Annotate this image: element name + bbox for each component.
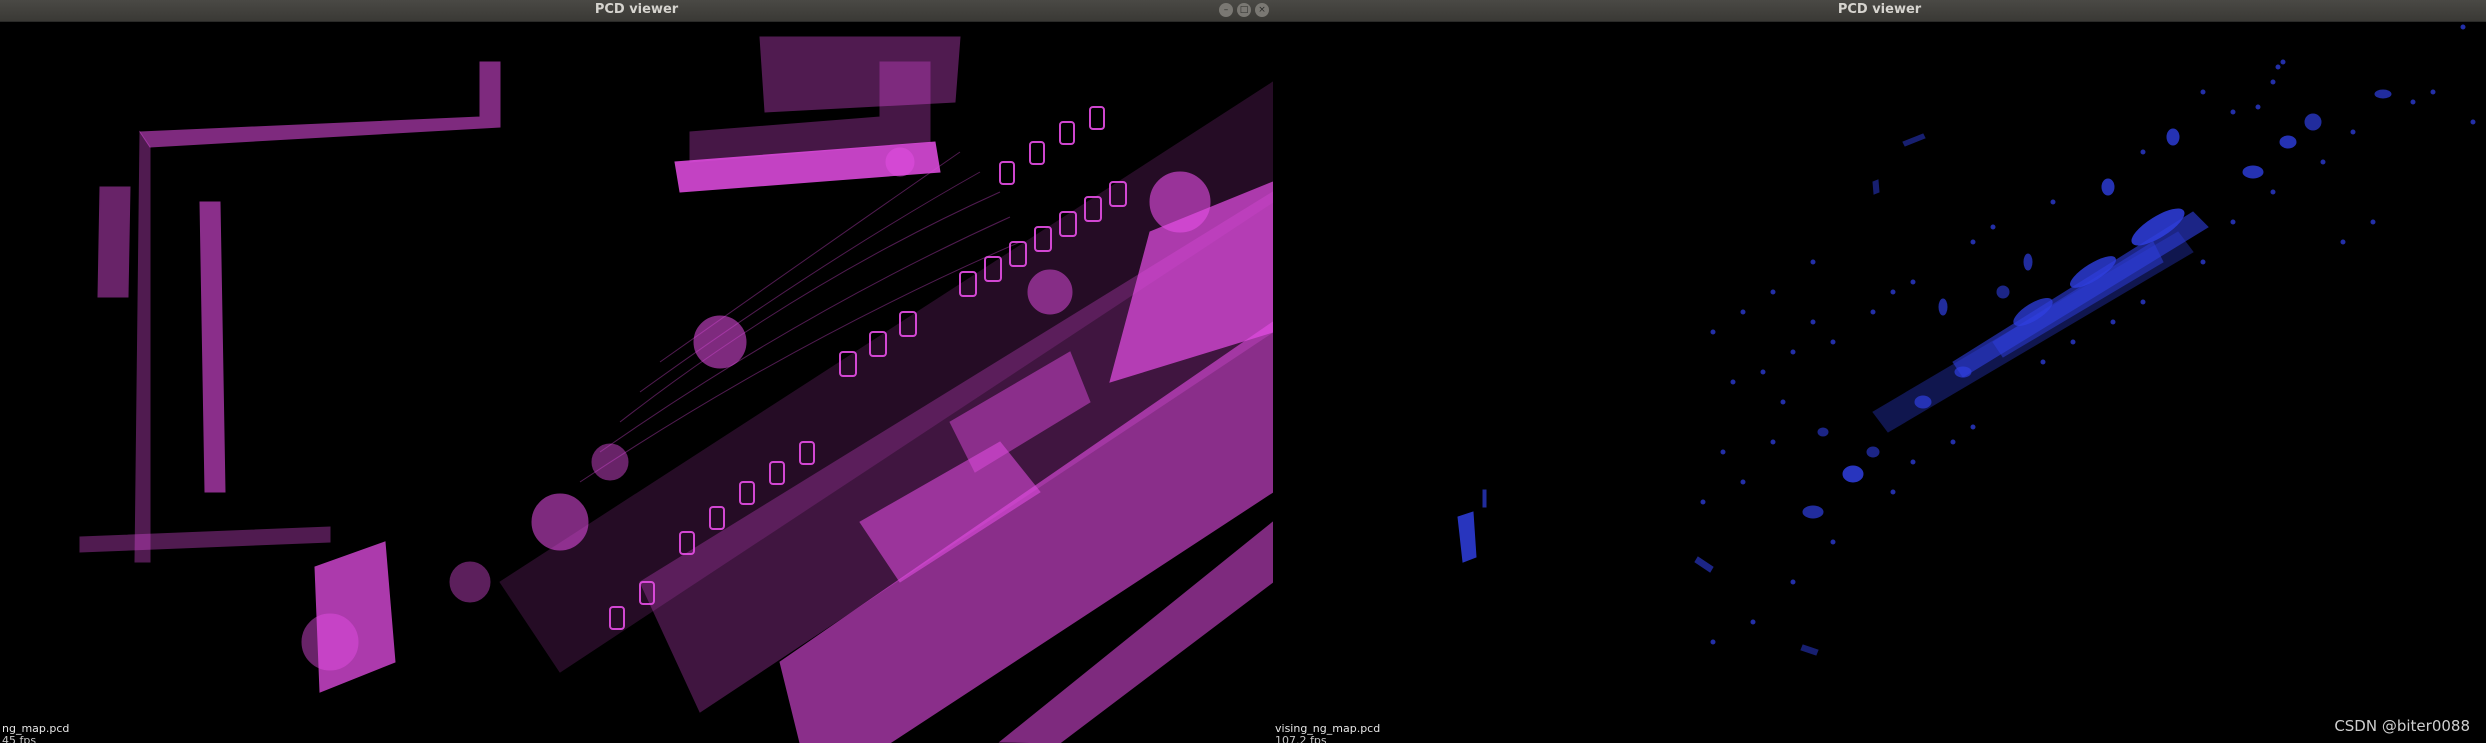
point-cloud-render-blue <box>1457 24 2476 656</box>
minimize-icon[interactable]: – <box>1219 3 1233 17</box>
window-title: PCD viewer <box>1837 2 1922 17</box>
close-icon[interactable]: × <box>1255 3 1269 17</box>
maximize-icon[interactable]: □ <box>1237 3 1251 17</box>
pcd-viewer-window-left[interactable]: PCD viewer – □ × ng_map.pcd 45 fps <box>0 0 1273 743</box>
window-title: PCD viewer <box>594 2 679 17</box>
point-cloud-viewport[interactable]: vising_ng_map.pcd 107.2 fps CSDN @biter0… <box>1273 22 2486 743</box>
point-cloud-render-magenta <box>79 36 1273 743</box>
titlebar[interactable]: PCD viewer – □ × <box>0 0 1273 22</box>
titlebar[interactable]: PCD viewer <box>1273 0 2486 22</box>
point-cloud-viewport[interactable]: ng_map.pcd 45 fps <box>0 22 1273 743</box>
watermark: CSDN @biter0088 <box>2334 717 2470 735</box>
fps-readout: 107.2 fps <box>1275 734 1327 743</box>
fps-readout: 45 fps <box>2 734 37 743</box>
pcd-viewer-window-right[interactable]: PCD viewer vising_ng_map.pcd 107.2 fps C… <box>1273 0 2486 743</box>
